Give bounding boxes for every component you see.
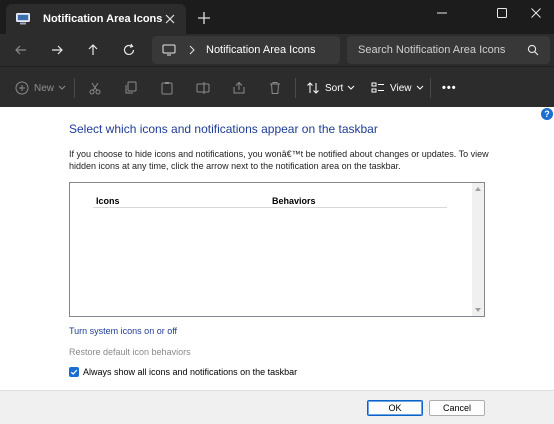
divider (295, 78, 296, 98)
monitor-icon (162, 44, 176, 56)
column-header-icons: Icons (96, 196, 120, 206)
close-icon (531, 8, 541, 18)
view-button[interactable]: View (371, 79, 424, 97)
sort-label: Sort (325, 82, 344, 94)
checkmark-icon (70, 369, 78, 375)
system-icons-link[interactable]: Turn system icons on or off (69, 326, 177, 336)
maximize-icon (497, 8, 507, 18)
navigation-bar: Notification Area Icons Search Notificat… (0, 34, 554, 66)
share-icon (233, 81, 245, 94)
always-show-checkbox-row[interactable]: Always show all icons and notifications … (69, 367, 297, 377)
forward-icon (52, 45, 63, 55)
chevron-down-icon (347, 85, 355, 90)
header-divider (93, 207, 447, 208)
window-tab[interactable]: Notification Area Icons (6, 4, 186, 34)
breadcrumb[interactable]: Notification Area Icons (206, 44, 315, 56)
chevron-down-icon (416, 85, 423, 90)
page-title: Select which icons and notifications app… (69, 122, 378, 136)
vertical-scrollbar[interactable] (472, 183, 484, 316)
sort-button[interactable]: Sort (306, 79, 355, 97)
copy-icon (125, 81, 137, 94)
scroll-down-icon[interactable] (475, 308, 481, 312)
scroll-up-icon[interactable] (475, 187, 481, 191)
up-button[interactable] (83, 40, 103, 60)
search-input[interactable]: Search Notification Area Icons (358, 44, 505, 56)
cancel-button[interactable]: Cancel (429, 400, 485, 416)
paste-button[interactable] (160, 79, 174, 97)
column-header-behaviors: Behaviors (272, 196, 316, 206)
title-bar: Notification Area Icons (0, 0, 554, 34)
close-window-button[interactable] (516, 2, 554, 24)
control-panel-icon (16, 13, 30, 25)
sort-icon (307, 82, 319, 94)
tab-title: Notification Area Icons (43, 13, 163, 25)
divider (430, 78, 431, 98)
rename-button[interactable] (196, 79, 210, 97)
view-label: View (390, 82, 412, 94)
chevron-down-icon (58, 85, 66, 90)
always-show-label[interactable]: Always show all icons and notifications … (83, 367, 297, 377)
command-bar: New Sort View ••• (0, 66, 554, 107)
new-button[interactable]: New (15, 79, 66, 97)
forward-button[interactable] (47, 40, 67, 60)
share-button[interactable] (232, 79, 246, 97)
divider (74, 78, 75, 98)
paste-icon (161, 82, 173, 95)
search-icon[interactable] (527, 44, 539, 56)
delete-button[interactable] (268, 79, 282, 97)
more-icon: ••• (442, 82, 457, 94)
address-bar[interactable]: Notification Area Icons (152, 36, 340, 64)
plus-icon[interactable] (196, 10, 212, 26)
cut-icon (89, 82, 101, 95)
back-icon (15, 45, 26, 55)
dialog-footer: OK Cancel (0, 390, 554, 424)
icons-list[interactable]: Icons Behaviors (69, 182, 485, 317)
new-label: New (34, 82, 55, 94)
refresh-icon (123, 43, 135, 56)
close-tab-icon[interactable] (162, 11, 178, 27)
restore-defaults-link: Restore default icon behaviors (69, 347, 191, 357)
description-text: If you choose to hide icons and notifica… (69, 149, 489, 171)
minimize-button[interactable] (422, 2, 462, 24)
refresh-button[interactable] (119, 40, 139, 60)
plus-circle-icon (15, 81, 29, 95)
more-options-button[interactable]: ••• (442, 79, 457, 97)
ok-button[interactable]: OK (367, 400, 423, 416)
rename-icon (196, 82, 210, 94)
content-pane: ? Select which icons and notifications a… (0, 107, 554, 390)
minimize-icon (437, 12, 447, 14)
always-show-checkbox[interactable] (69, 367, 79, 377)
copy-button[interactable] (124, 79, 138, 97)
help-icon[interactable]: ? (541, 108, 553, 120)
delete-icon (270, 82, 280, 94)
cut-button[interactable] (88, 79, 102, 97)
up-icon (88, 44, 98, 55)
search-box[interactable]: Search Notification Area Icons (347, 36, 550, 64)
back-button[interactable] (11, 40, 31, 60)
view-icon (371, 82, 384, 93)
chevron-right-icon (189, 45, 195, 55)
